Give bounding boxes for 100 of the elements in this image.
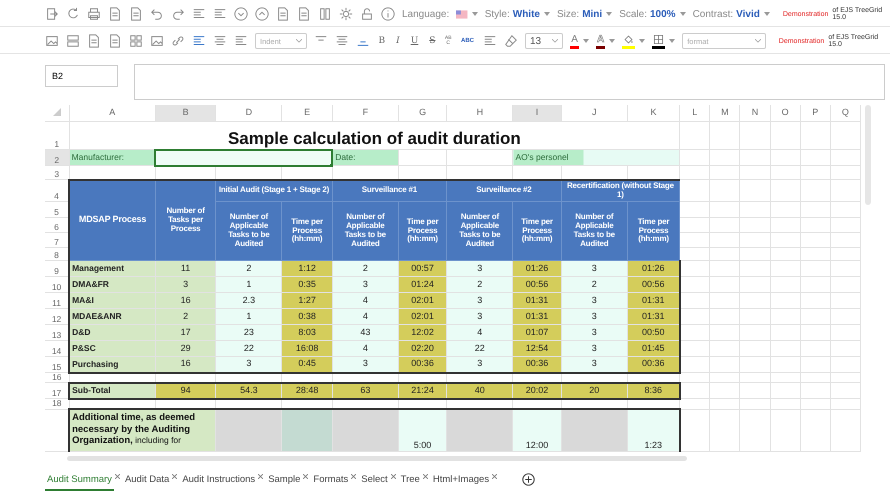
caret-icon[interactable] — [639, 39, 646, 43]
column-header[interactable]: D — [216, 105, 282, 122]
caret-icon[interactable] — [609, 39, 616, 43]
column-header[interactable]: B — [155, 105, 216, 122]
sheet-tab[interactable]: Select — [359, 470, 390, 491]
caret-icon[interactable] — [669, 39, 676, 43]
font-size-dropdown[interactable]: 13 — [525, 33, 564, 49]
page-icon[interactable] — [297, 7, 311, 21]
column-header[interactable]: H — [446, 105, 513, 122]
column-header[interactable]: K — [627, 105, 680, 122]
wrap-icon[interactable] — [483, 34, 497, 48]
scrollbar[interactable] — [67, 456, 687, 461]
document-icon[interactable] — [87, 34, 101, 48]
table-cell: 00:56 — [512, 276, 562, 292]
column-header[interactable]: A — [69, 105, 156, 122]
image-icon[interactable] — [150, 34, 164, 48]
setting-dropdown[interactable]: Vivid — [736, 8, 760, 20]
row-header[interactable]: 2 — [45, 150, 70, 166]
document-icon[interactable] — [108, 7, 122, 21]
grid-icon[interactable] — [129, 34, 143, 48]
lock-icon[interactable] — [360, 7, 374, 21]
column-header[interactable]: I — [512, 105, 562, 122]
formula-field[interactable] — [134, 64, 885, 100]
setting-dropdown[interactable]: 100% — [650, 8, 676, 20]
caret-icon[interactable] — [472, 12, 478, 16]
close-icon[interactable] — [172, 474, 178, 479]
column-header[interactable]: M — [710, 105, 740, 122]
exit-icon[interactable] — [45, 7, 59, 21]
flag-icon[interactable] — [456, 10, 468, 18]
reload-icon[interactable] — [66, 7, 80, 21]
column-header[interactable]: N — [740, 105, 770, 122]
column-header[interactable]: G — [398, 105, 447, 122]
strike-button[interactable]: S — [427, 36, 438, 46]
close-icon[interactable] — [492, 474, 498, 479]
sheet-tab[interactable]: Tree — [398, 470, 422, 491]
sheet-tab[interactable]: Formats — [311, 470, 350, 491]
info-icon[interactable] — [381, 7, 395, 21]
setting-dropdown[interactable]: White — [512, 8, 540, 20]
caret-icon[interactable] — [764, 12, 770, 16]
caret-icon[interactable] — [680, 12, 686, 16]
table-cell: 2 — [561, 276, 628, 292]
close-icon[interactable] — [351, 474, 356, 479]
close-icon[interactable] — [422, 474, 428, 479]
border-color-button[interactable] — [652, 33, 666, 49]
insert-icon[interactable] — [45, 34, 59, 48]
chevron-icon[interactable] — [552, 39, 558, 43]
close-icon[interactable] — [303, 474, 308, 479]
column-header[interactable]: E — [282, 105, 332, 122]
columns-icon[interactable] — [318, 7, 332, 21]
sheet-tab[interactable]: Audit Data — [122, 470, 172, 491]
underline-button[interactable]: U — [408, 36, 420, 46]
rows-icon[interactable] — [66, 34, 80, 48]
settings-icon[interactable] — [339, 7, 353, 21]
link-icon[interactable] — [171, 34, 185, 48]
sheet-tab[interactable]: Sample — [266, 470, 302, 491]
add-sheet-icon[interactable] — [522, 472, 536, 486]
bold-button[interactable]: B — [376, 36, 388, 46]
column-header[interactable]: F — [332, 105, 398, 122]
chevron-icon[interactable] — [754, 39, 761, 43]
selected-cell[interactable] — [155, 150, 332, 166]
column-header[interactable]: P — [800, 105, 830, 122]
column-header[interactable]: O — [770, 105, 800, 122]
print-icon[interactable] — [87, 7, 101, 21]
align-center-icon[interactable] — [213, 34, 227, 48]
outdent-icon[interactable] — [192, 7, 206, 21]
close-icon[interactable] — [114, 474, 120, 479]
caret-icon[interactable] — [544, 12, 550, 16]
indent-icon[interactable] — [213, 7, 227, 21]
column-header[interactable]: J — [561, 105, 628, 122]
document-icon[interactable] — [129, 7, 143, 21]
chevron-icon[interactable] — [296, 39, 302, 43]
collapse-icon[interactable] — [234, 7, 248, 21]
close-icon[interactable] — [390, 474, 396, 479]
align-left-icon[interactable] — [192, 34, 206, 48]
eraser-icon[interactable] — [504, 34, 518, 48]
sheet-tab[interactable]: Audit Instructions — [180, 470, 258, 491]
cell-reference-field[interactable]: B2 — [45, 65, 118, 87]
page-icon[interactable] — [108, 34, 122, 48]
page-icon[interactable] — [276, 7, 290, 21]
expand-icon[interactable] — [255, 7, 269, 21]
align-right-icon[interactable] — [234, 34, 248, 48]
letter-color-button[interactable]: A — [570, 33, 579, 49]
column-header[interactable]: Q — [830, 105, 860, 122]
sheet-tab[interactable]: Html+Images — [430, 470, 492, 491]
sheet-tab[interactable]: Audit Summary — [45, 470, 114, 491]
row-header[interactable]: 3 — [45, 166, 70, 180]
undo-icon[interactable] — [150, 7, 164, 21]
italic-button[interactable]: I — [394, 36, 402, 46]
scrollbar[interactable] — [865, 105, 871, 205]
row-header[interactable]: 16 — [45, 372, 70, 383]
letter-outline-color-button[interactable]: A — [596, 33, 606, 49]
caret-icon[interactable] — [606, 12, 612, 16]
close-icon[interactable] — [258, 474, 264, 479]
column-heading: Time per Process (hh:mm) — [512, 202, 562, 260]
align-middle-icon[interactable] — [334, 34, 348, 48]
setting-dropdown[interactable]: Mini — [582, 8, 602, 20]
redo-icon[interactable] — [171, 7, 185, 21]
caret-icon[interactable] — [582, 39, 589, 43]
fill-color-button[interactable] — [622, 33, 636, 49]
column-header[interactable]: L — [680, 105, 710, 122]
